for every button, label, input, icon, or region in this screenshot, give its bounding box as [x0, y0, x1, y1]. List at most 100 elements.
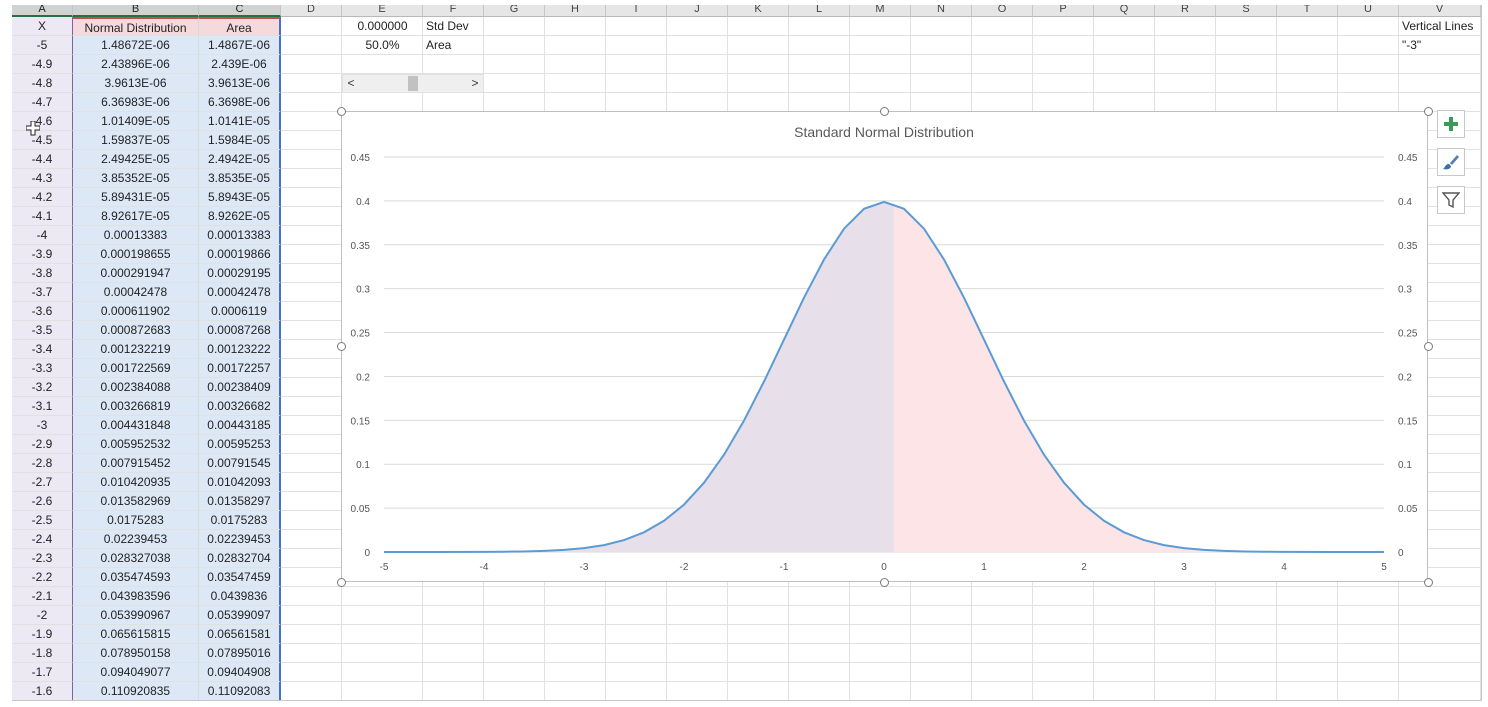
column-header-r[interactable]: R	[1155, 5, 1216, 17]
empty-cell[interactable]	[1155, 587, 1216, 606]
empty-cell[interactable]	[1216, 663, 1277, 682]
empty-cell[interactable]	[972, 587, 1033, 606]
empty-cell[interactable]	[423, 93, 484, 112]
table-cell[interactable]: 1.4867E-06	[199, 36, 281, 55]
empty-cell[interactable]	[281, 568, 342, 587]
empty-cell[interactable]	[545, 36, 606, 55]
empty-cell[interactable]	[911, 17, 972, 36]
empty-cell[interactable]	[1033, 606, 1094, 625]
empty-cell[interactable]	[667, 36, 728, 55]
table-cell[interactable]: 0.001722569	[73, 359, 199, 378]
empty-cell[interactable]	[281, 340, 342, 359]
empty-cell[interactable]	[1338, 644, 1399, 663]
table-cell[interactable]: -4.6	[12, 112, 73, 131]
table-cell[interactable]: 0.002384088	[73, 378, 199, 397]
table-cell[interactable]: -4.9	[12, 55, 73, 74]
empty-cell[interactable]	[1277, 74, 1338, 93]
empty-cell[interactable]	[1094, 587, 1155, 606]
empty-cell[interactable]	[911, 625, 972, 644]
resize-handle-tl[interactable]	[337, 107, 346, 116]
empty-cell[interactable]	[342, 93, 423, 112]
empty-cell[interactable]	[281, 150, 342, 169]
empty-cell[interactable]	[606, 587, 667, 606]
resize-handle-br[interactable]	[1424, 578, 1433, 587]
empty-cell[interactable]	[1277, 587, 1338, 606]
table-cell[interactable]: -2	[12, 606, 73, 625]
empty-cell[interactable]	[423, 663, 484, 682]
empty-cell[interactable]	[281, 93, 342, 112]
empty-cell[interactable]	[911, 93, 972, 112]
empty-cell[interactable]	[281, 112, 342, 131]
column-header-a[interactable]: A	[12, 5, 73, 17]
empty-cell[interactable]	[342, 606, 423, 625]
empty-cell[interactable]	[281, 663, 342, 682]
table-cell[interactable]: 1.01409E-05	[73, 112, 199, 131]
empty-cell[interactable]	[972, 74, 1033, 93]
empty-cell[interactable]	[281, 245, 342, 264]
empty-cell[interactable]	[484, 55, 545, 74]
empty-cell[interactable]	[281, 74, 342, 93]
empty-cell[interactable]	[484, 93, 545, 112]
empty-cell[interactable]	[728, 644, 789, 663]
empty-cell[interactable]	[1155, 663, 1216, 682]
table-cell[interactable]: -4.2	[12, 188, 73, 207]
empty-cell[interactable]	[1399, 625, 1481, 644]
std-dev-label[interactable]: Std Dev	[423, 17, 484, 36]
empty-cell[interactable]	[1338, 36, 1399, 55]
scroll-left-arrow[interactable]: <	[343, 75, 359, 92]
empty-cell[interactable]	[850, 55, 911, 74]
table-cell[interactable]: -4.1	[12, 207, 73, 226]
empty-cell[interactable]	[789, 587, 850, 606]
table-cell[interactable]: 0.00019866	[199, 245, 281, 264]
empty-cell[interactable]	[972, 663, 1033, 682]
empty-cell[interactable]	[789, 74, 850, 93]
empty-cell[interactable]	[281, 530, 342, 549]
empty-cell[interactable]	[281, 302, 342, 321]
empty-cell[interactable]	[789, 17, 850, 36]
empty-cell[interactable]	[1216, 644, 1277, 663]
empty-cell[interactable]	[281, 473, 342, 492]
empty-cell[interactable]	[1277, 644, 1338, 663]
table-cell[interactable]: 0.00238409	[199, 378, 281, 397]
empty-cell[interactable]	[972, 644, 1033, 663]
chart-styles-button[interactable]	[1437, 148, 1465, 176]
empty-cell[interactable]	[850, 587, 911, 606]
empty-cell[interactable]	[667, 55, 728, 74]
resize-handle-bl[interactable]	[337, 578, 346, 587]
empty-cell[interactable]	[545, 625, 606, 644]
table-header[interactable]: X	[12, 17, 73, 36]
empty-cell[interactable]	[1216, 36, 1277, 55]
table-cell[interactable]: -2.2	[12, 568, 73, 587]
empty-cell[interactable]	[606, 682, 667, 700]
empty-cell[interactable]	[1399, 55, 1481, 74]
empty-cell[interactable]	[850, 17, 911, 36]
empty-cell[interactable]	[850, 663, 911, 682]
table-cell[interactable]: -3.2	[12, 378, 73, 397]
empty-cell[interactable]	[281, 492, 342, 511]
empty-cell[interactable]	[545, 587, 606, 606]
table-cell[interactable]: 0.000291947	[73, 264, 199, 283]
empty-cell[interactable]	[1155, 625, 1216, 644]
empty-cell[interactable]	[1155, 644, 1216, 663]
empty-cell[interactable]	[1155, 74, 1216, 93]
empty-cell[interactable]	[281, 131, 342, 150]
chart[interactable]: 0 0 0.05 0.05 0.1 0.1 0.15 0.15 0.2 0.2 0.25 0.25 0.…	[341, 111, 1428, 582]
empty-cell[interactable]	[667, 587, 728, 606]
table-cell[interactable]: -2.1	[12, 587, 73, 606]
empty-cell[interactable]	[1155, 606, 1216, 625]
empty-cell[interactable]	[1277, 55, 1338, 74]
empty-cell[interactable]	[281, 606, 342, 625]
chart-elements-button[interactable]	[1437, 110, 1465, 138]
table-cell[interactable]: 0.05399097	[199, 606, 281, 625]
empty-cell[interactable]	[1277, 663, 1338, 682]
table-cell[interactable]: 0.043983596	[73, 587, 199, 606]
empty-cell[interactable]	[728, 93, 789, 112]
table-cell[interactable]: -1.6	[12, 682, 73, 700]
table-cell[interactable]: 0.02239453	[73, 530, 199, 549]
empty-cell[interactable]	[484, 644, 545, 663]
empty-cell[interactable]	[1033, 36, 1094, 55]
empty-cell[interactable]	[484, 625, 545, 644]
empty-cell[interactable]	[1277, 625, 1338, 644]
empty-cell[interactable]	[281, 321, 342, 340]
empty-cell[interactable]	[1338, 625, 1399, 644]
